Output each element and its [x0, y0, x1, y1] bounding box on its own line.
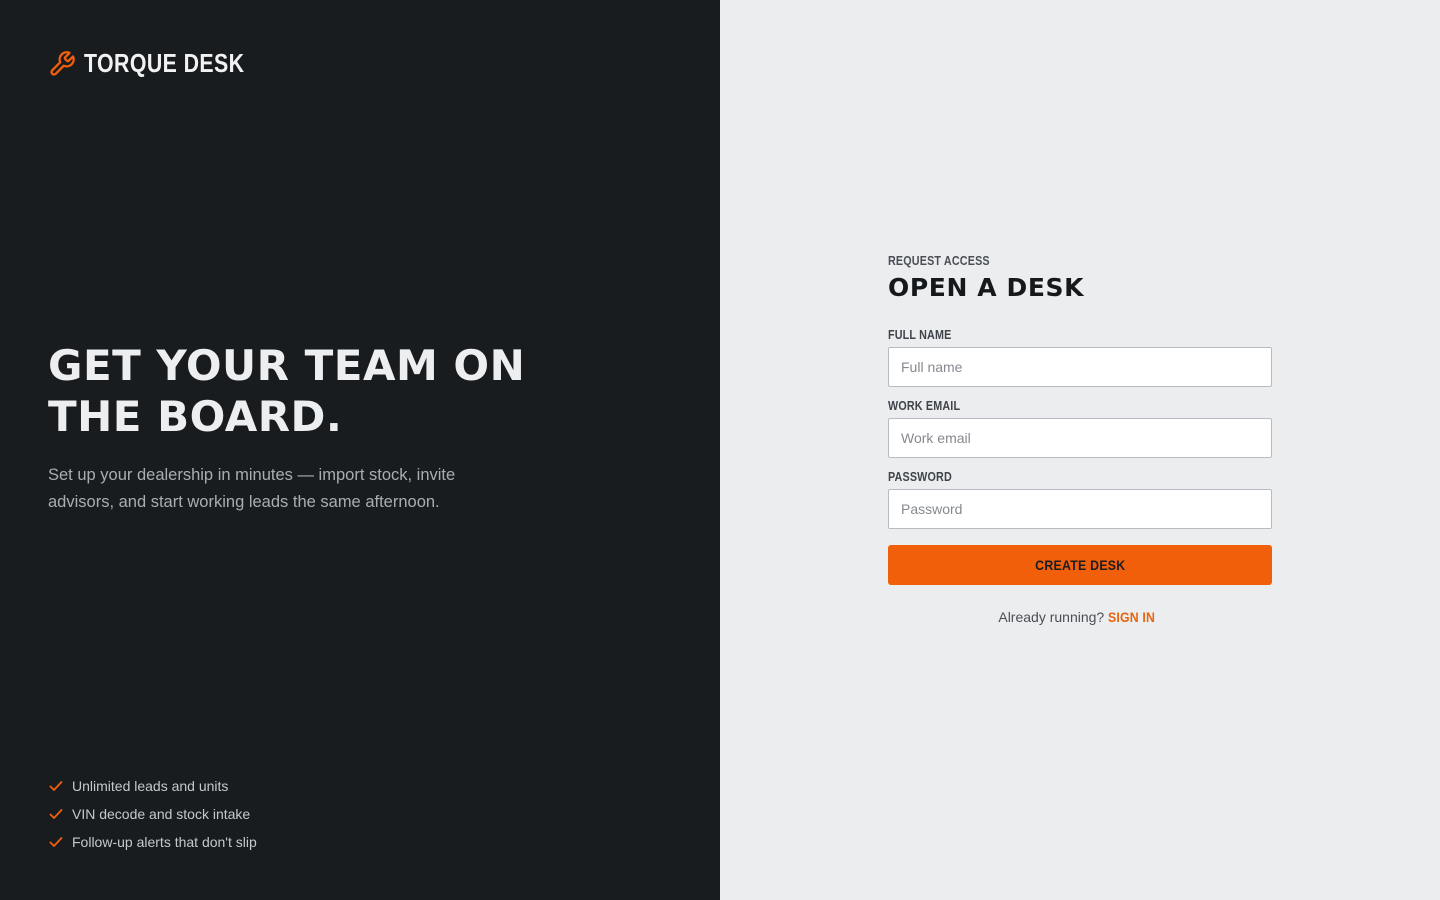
signup-form: REQUEST ACCESS OPEN A DESK FULL NAME WOR…	[888, 254, 1272, 625]
full-name-field-group: FULL NAME	[888, 328, 1272, 387]
sign-in-prompt-text: Already running?	[998, 609, 1105, 625]
check-icon	[49, 781, 63, 791]
work-email-field-group: WORK EMAIL	[888, 399, 1272, 458]
feature-list: Unlimited leads and units VIN decode and…	[48, 772, 257, 856]
feature-label: Unlimited leads and units	[72, 778, 229, 794]
work-email-input[interactable]	[888, 418, 1272, 458]
create-desk-button-label: CREATE DESK	[1034, 557, 1126, 573]
password-input[interactable]	[888, 489, 1272, 529]
hero-title: GET YOUR TEAM ON THE BOARD.	[48, 341, 526, 441]
check-icon	[49, 809, 63, 819]
feature-item: Unlimited leads and units	[48, 772, 257, 800]
sign-in-link[interactable]: SIGN IN	[1108, 609, 1155, 625]
feature-label: VIN decode and stock intake	[72, 806, 251, 822]
sign-in-prompt: Already running? SIGN IN	[888, 609, 1272, 625]
promo-panel: TORQUE DESK GET YOUR TEAM ON THE BOARD. …	[0, 0, 720, 900]
check-icon	[49, 837, 63, 847]
feature-item: Follow-up alerts that don't slip	[48, 828, 257, 856]
password-label: PASSWORD	[888, 470, 952, 484]
password-field-group: PASSWORD	[888, 470, 1272, 529]
feature-item: VIN decode and stock intake	[48, 800, 257, 828]
brand-name: TORQUE DESK	[84, 48, 245, 78]
form-eyebrow: REQUEST ACCESS	[888, 254, 990, 268]
full-name-label: FULL NAME	[888, 328, 952, 342]
form-title: OPEN A DESK	[888, 273, 1085, 302]
feature-label: Follow-up alerts that don't slip	[72, 834, 257, 850]
hero: GET YOUR TEAM ON THE BOARD. Set up your …	[48, 340, 608, 516]
work-email-label: WORK EMAIL	[888, 399, 961, 413]
brand-logo[interactable]: TORQUE DESK	[48, 48, 280, 79]
full-name-input[interactable]	[888, 347, 1272, 387]
hero-subtitle: Set up your dealership in minutes — impo…	[48, 466, 456, 511]
wrench-icon	[50, 50, 75, 76]
signup-panel: REQUEST ACCESS OPEN A DESK FULL NAME WOR…	[720, 0, 1440, 900]
create-desk-button[interactable]: CREATE DESK	[888, 545, 1272, 585]
